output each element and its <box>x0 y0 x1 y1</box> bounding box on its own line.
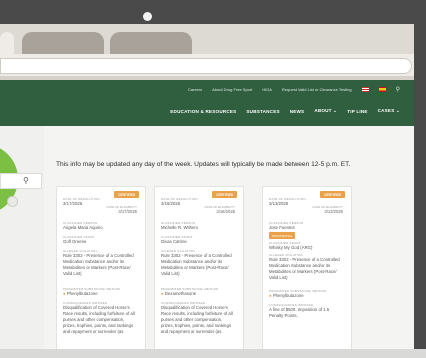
bullet-icon: ● <box>63 291 66 296</box>
search-input[interactable]: ⚲ <box>0 173 42 189</box>
search-icon[interactable]: ⚲ <box>396 86 400 93</box>
nav-education[interactable]: EDUCATION & RESOURCES <box>170 109 236 114</box>
laptop-bezel: Careers About Drug Free Sport HIDA Reque… <box>0 0 426 358</box>
update-notice: This info may be updated any day of the … <box>56 161 351 168</box>
chevron-down-icon: ⌄ <box>395 108 400 113</box>
sport-value: Whisky My God (ARG) <box>269 245 313 250</box>
violation-value: Rule 3302 - Presence of a Controlled Med… <box>269 257 340 280</box>
chevron-down-icon: ⌄ <box>333 108 338 113</box>
substance-value: ● Dexamethasone <box>161 291 235 297</box>
us-flag-icon[interactable] <box>361 87 369 92</box>
nav-request-valid-list[interactable]: Request Valid List or Clearance Testing <box>282 87 352 92</box>
browser-tab-active[interactable] <box>0 32 14 54</box>
status-badge: CERTIFIED <box>320 191 345 198</box>
sport-value: Golf Greene <box>63 239 87 244</box>
browser-tabstrip <box>0 24 414 54</box>
nav-cases[interactable]: CASES ⌄ <box>378 108 400 114</box>
substance-text: Phenylbutazone <box>272 293 304 298</box>
browser-tab[interactable] <box>110 32 192 54</box>
main-nav: EDUCATION & RESOURCES SUBSTANCES NEWS AB… <box>170 108 400 114</box>
sport-value: Divas Catrine <box>161 239 187 244</box>
substance-value: ● Phenylbutazone <box>63 291 137 297</box>
browser-toolbar <box>0 54 414 76</box>
end-value: 3/17/2026 <box>118 209 137 214</box>
substance-text: Phenylbutazone <box>66 291 98 296</box>
site-header: Careers About Drug Free Sport HIDA Reque… <box>0 80 414 126</box>
case-card[interactable]: CERTIFIED DATE OF RESOLUTION 3/13/2026 D… <box>262 186 352 349</box>
consequences-value: Disqualification of Covered Horse's Race… <box>63 305 135 334</box>
bullet-icon: ● <box>161 291 164 296</box>
filter-sidebar: ⚲ <box>0 126 44 349</box>
consequences-value: A fine of $500. Imposition of 1.5 Penalt… <box>269 307 330 318</box>
screen: Careers About Drug Free Sport HIDA Reque… <box>0 24 414 349</box>
webcam-icon <box>143 12 152 21</box>
case-card[interactable]: CERTIFIED DATE OF RESOLUTION 3/17/2026 D… <box>56 186 146 349</box>
status-badge: CERTIFIED <box>212 191 237 198</box>
case-card[interactable]: CERTIFIED DATE OF RESOLUTION 3/16/2026 D… <box>154 186 244 349</box>
toggle-button[interactable] <box>7 196 18 207</box>
main-content: ⚲ This info may be updated any day of th… <box>0 126 414 349</box>
address-bar[interactable] <box>0 58 412 74</box>
nav-news[interactable]: NEWS <box>290 109 305 114</box>
person-value: Angela Maria Aquino <box>63 225 103 230</box>
bullet-icon: ● <box>269 293 272 298</box>
nav-about-label: ABOUT <box>314 108 332 113</box>
spain-flag-icon[interactable] <box>378 87 386 92</box>
status-badge: CERTIFIED <box>114 191 139 198</box>
substance-text: Dexamethasone <box>164 291 197 296</box>
person-value: Jose Fuentes <box>269 225 295 230</box>
provisional-badge: PROVISIONAL <box>269 232 296 239</box>
nav-about-dfs[interactable]: About Drug Free Sport <box>212 87 252 92</box>
consequences-value: Disqualification of Covered Horse's Race… <box>161 305 233 334</box>
laptop-base <box>0 349 426 358</box>
utility-nav: Careers About Drug Free Sport HIDA Reque… <box>188 86 400 93</box>
nav-tip-line[interactable]: TIP LINE <box>347 109 367 114</box>
nav-about[interactable]: ABOUT ⌄ <box>314 108 337 114</box>
nav-hida[interactable]: HIDA <box>262 87 272 92</box>
violation-value: Rule 3302 - Presence of a Controlled Med… <box>161 253 232 276</box>
end-value: 3/16/2026 <box>216 209 235 214</box>
person-value: Michelle R. Withers <box>161 225 199 230</box>
search-icon[interactable]: ⚲ <box>23 176 29 185</box>
substance-value: ● Phenylbutazone <box>269 293 343 299</box>
violation-value: Rule 3302 - Presence of a Controlled Med… <box>63 253 134 276</box>
nav-cases-label: CASES <box>377 108 395 113</box>
nav-substances[interactable]: SUBSTANCES <box>246 109 279 114</box>
browser-tab[interactable] <box>22 32 104 54</box>
end-value: 3/13/2026 <box>324 209 343 214</box>
nav-careers[interactable]: Careers <box>188 87 202 92</box>
